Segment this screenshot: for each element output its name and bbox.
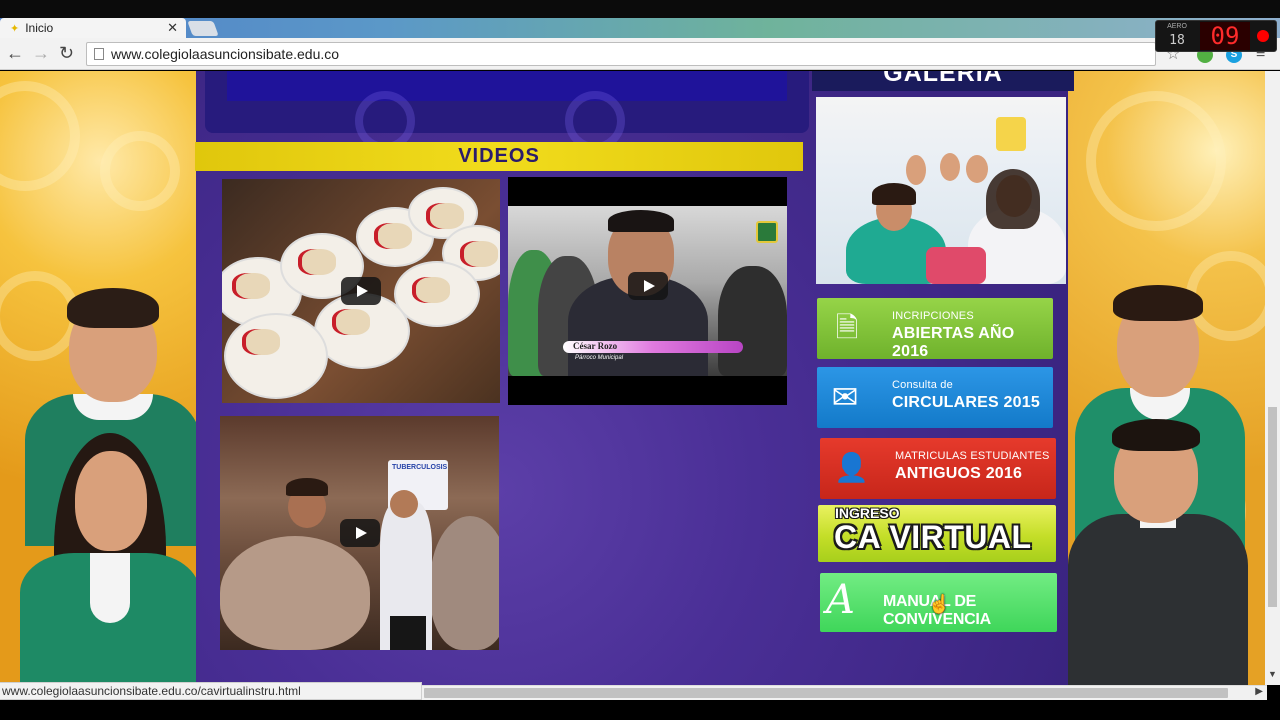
- inscripciones-small-label: INCRIPCIONES: [892, 310, 974, 322]
- student-photo-boy-right: [1068, 419, 1248, 685]
- inscripciones-large-label: ABIERTAS AÑO 2016: [892, 325, 1015, 360]
- browser-toolbar: ← → ↻ www.colegiolaasuncionsibate.edu.co…: [0, 38, 1280, 70]
- recording-label: AERO: [1167, 23, 1187, 30]
- horizontal-scrollbar[interactable]: ▶: [422, 685, 1267, 700]
- video-thumbnail-dance[interactable]: TUBERCULOSIS: [220, 416, 499, 650]
- user-add-icon: 👤: [834, 452, 869, 483]
- video-thumbnail-food[interactable]: [222, 179, 500, 403]
- vertical-scroll-thumb[interactable]: [1268, 407, 1277, 607]
- channel-logo-icon: [756, 221, 778, 243]
- scroll-right-arrow-icon[interactable]: ▶: [1255, 686, 1263, 697]
- tab-close-icon[interactable]: ✕: [167, 20, 178, 36]
- back-arrow-icon[interactable]: ←: [6, 43, 24, 64]
- recording-small-value: 18: [1169, 33, 1185, 48]
- inscripciones-button[interactable]: 🗎 INCRIPCIONES ABIERTAS AÑO 2016: [817, 298, 1053, 360]
- new-tab-button[interactable]: [187, 21, 219, 36]
- record-dot-icon: [1257, 30, 1269, 42]
- top-edge: [0, 0, 1280, 18]
- galeria-heading: GALERIA: [812, 71, 1074, 91]
- tab-inicio[interactable]: ✦ Inicio ✕: [0, 18, 186, 38]
- matriculas-small-label: MATRICULAS ESTUDIANTES: [895, 450, 1050, 462]
- caption-name: César Rozo: [573, 341, 618, 351]
- vertical-scrollbar[interactable]: ▼: [1265, 71, 1280, 685]
- page-icon: [94, 48, 104, 60]
- student-photo-girl-left: [20, 433, 200, 685]
- manual-convivencia-label: MANUAL DE CONVIVENCIA: [883, 593, 991, 628]
- mouse-cursor-icon: ☝: [928, 594, 951, 614]
- tab-strip: ✦ Inicio ✕: [0, 18, 1280, 38]
- video-caption: César Rozo Párroco Municipal: [538, 337, 748, 361]
- horizontal-scroll-thumb[interactable]: [424, 688, 1228, 698]
- bokeh-decoration: [100, 131, 180, 211]
- forward-arrow-icon[interactable]: →: [32, 43, 50, 64]
- school-logo-icon: A: [826, 577, 855, 623]
- envelope-icon: ✉: [831, 379, 859, 415]
- circulares-large-label: CIRCULARES 2015: [892, 394, 1040, 411]
- circulares-button[interactable]: ✉ Consulta de CIRCULARES 2015: [817, 367, 1053, 428]
- ca-virtual-button[interactable]: INGRESO CA VIRTUAL: [818, 505, 1056, 562]
- tab-title: Inicio: [25, 21, 54, 35]
- gallery-photo-classroom[interactable]: [816, 97, 1066, 284]
- video-thumbnail-interview[interactable]: César Rozo Párroco Municipal: [508, 177, 787, 405]
- top-banner: [205, 71, 809, 151]
- play-icon[interactable]: [341, 277, 381, 305]
- matriculas-large-label: ANTIGUOS 2016: [895, 465, 1023, 482]
- ca-virtual-large-label: CA VIRTUAL: [834, 519, 1032, 555]
- status-bar-url: www.colegiolaasuncionsibate.edu.co/cavir…: [0, 682, 422, 700]
- play-icon[interactable]: [339, 519, 380, 547]
- recording-big-value: 09: [1200, 22, 1250, 50]
- recording-overlay: AERO 18 09: [1155, 20, 1277, 52]
- scroll-down-arrow-icon[interactable]: ▼: [1268, 669, 1277, 679]
- circulares-small-label: Consulta de: [892, 379, 953, 391]
- matriculas-button[interactable]: 👤 MATRICULAS ESTUDIANTES ANTIGUOS 2016: [820, 438, 1056, 499]
- videos-heading: VIDEOS: [195, 142, 803, 171]
- bottom-edge: [0, 700, 1280, 720]
- address-bar[interactable]: www.colegiolaasuncionsibate.edu.co: [86, 42, 1156, 66]
- play-icon[interactable]: [627, 272, 668, 301]
- screen: ✦ Inicio ✕ ← → ↻ www.colegiolaasuncionsi…: [0, 0, 1280, 720]
- caption-role: Párroco Municipal: [575, 355, 624, 361]
- tab-favicon-icon: ✦: [10, 22, 20, 35]
- bokeh-decoration: [0, 81, 80, 191]
- address-url: www.colegiolaasuncionsibate.edu.co: [111, 46, 340, 62]
- document-icon: 🗎: [835, 312, 859, 343]
- reload-icon[interactable]: ↻: [59, 43, 74, 64]
- page-viewport: VIDEOS César Rozo Párroco Municipal TUBE…: [0, 71, 1265, 685]
